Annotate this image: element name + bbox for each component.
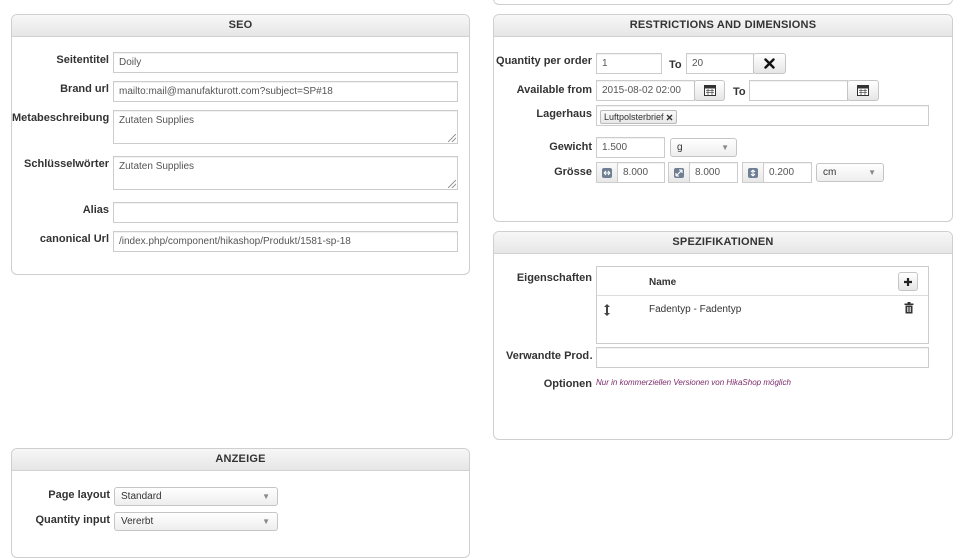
brand-url-input[interactable]: mailto:mail@manufakturott.com?subject=SP… [113,81,458,102]
verwandte-produkte-input[interactable] [596,347,929,368]
chevron-down-icon: ▼ [721,143,729,152]
eigenschaften-label: Eigenschaften [516,272,592,284]
dimension-icon [674,167,684,178]
groesse-label: Grösse [554,166,592,178]
width-dimension-icon [668,162,690,183]
quantity-input-select[interactable]: Vererbt ▼ [114,512,278,531]
available-to-label: To [733,86,746,98]
schluesselwoerter-textarea[interactable]: Zutaten Supplies [113,156,458,190]
alias-label: Alias [82,204,109,216]
property-name: Fadentyp - Fadentyp [649,304,742,315]
dimension-icon [748,167,758,178]
quantity-max-input[interactable]: 20 [686,53,754,74]
available-from-label: Available from [516,84,592,96]
available-to-input[interactable] [749,80,848,101]
alias-input[interactable] [113,202,458,223]
seo-panel: SEO Seitentitel Doily Brand url mailto:m… [11,14,470,275]
previous-panel-bottom [493,0,953,5]
available-to-calendar-button[interactable] [847,80,879,101]
gewicht-label: Gewicht [549,141,592,153]
width-input[interactable]: 8.000 [689,162,738,183]
close-icon [764,58,775,69]
spezifikationen-panel: SPEZIFIKATIONEN Eigenschaften Name Faden… [493,231,953,440]
calendar-icon [703,85,716,96]
restrictions-panel: RESTRICTIONS AND DIMENSIONS Quantity per… [493,14,953,222]
lagerhaus-tag: Luftpolsterbrief [600,110,677,124]
calendar-icon [857,85,869,96]
chevron-down-icon: ▼ [868,168,876,177]
anzeige-panel: ANZEIGE Page layout Standard ▼ Quantity … [11,448,470,558]
clear-quantity-button[interactable] [753,53,786,74]
quantity-per-order-label: Quantity per order [496,55,592,67]
lagerhaus-label: Lagerhaus [536,108,592,120]
schluesselwoerter-label: Schlüsselwörter [24,158,109,170]
chevron-down-icon: ▼ [262,492,270,501]
brand-url-label: Brand url [60,83,109,95]
seitentitel-input[interactable]: Doily [113,52,458,73]
quantity-input-value: Vererbt [121,516,154,527]
available-from-input[interactable]: 2015-08-02 02:00 [596,80,695,101]
close-icon[interactable] [666,114,673,121]
optionen-label: Optionen [543,378,592,390]
quantity-to-label: To [669,59,682,71]
canonical-url-input[interactable]: /index.php/component/hikashop/Produkt/15… [113,231,458,252]
dimension-icon [602,167,612,178]
page-layout-label: Page layout [48,489,110,501]
optionen-note: Nur in kommerziellen Versionen von HikaS… [596,378,791,387]
dimension-unit-value: cm [823,167,837,178]
quantity-min-input[interactable]: 1 [596,53,662,74]
drag-handle-icon[interactable] [603,304,611,316]
seitentitel-label: Seitentitel [56,54,109,66]
table-header: Name [597,267,928,296]
chevron-down-icon: ▼ [262,517,270,526]
resize-grip-icon[interactable] [448,134,456,142]
table-header-name: Name [649,277,677,288]
trash-icon[interactable] [904,302,914,314]
schluesselwoerter-value: Zutaten Supplies [119,161,195,172]
lagerhaus-tag-input[interactable]: Luftpolsterbrief [596,105,929,126]
spezifikationen-panel-title: SPEZIFIKATIONEN [494,232,952,254]
canonical-url-label: canonical Url [39,233,109,245]
lagerhaus-tag-label: Luftpolsterbrief [604,112,664,122]
page-layout-select[interactable]: Standard ▼ [114,487,278,506]
seo-panel-title: SEO [12,15,469,37]
quantity-input-label: Quantity input [35,514,110,526]
eigenschaften-table: Name Fadentyp - Fadentyp [596,266,929,344]
add-property-button[interactable] [898,272,918,291]
metabeschreibung-textarea[interactable]: Zutaten Supplies [113,110,458,144]
verwandte-produkte-label: Verwandte Prod… [506,350,592,362]
gewicht-unit-select[interactable]: g ▼ [670,138,737,157]
length-dimension-icon [596,162,618,183]
gewicht-input[interactable]: 1.500 [596,137,665,158]
height-dimension-icon [742,162,764,183]
page-layout-value: Standard [121,491,162,502]
plus-icon [904,277,912,286]
resize-grip-icon[interactable] [448,180,456,188]
length-input[interactable]: 8.000 [617,162,665,183]
height-input[interactable]: 0.200 [763,162,812,183]
dimension-unit-select[interactable]: cm ▼ [816,163,884,182]
metabeschreibung-label: Metabeschreibung [12,112,109,124]
metabeschreibung-value: Zutaten Supplies [119,115,195,126]
restrictions-panel-title: RESTRICTIONS AND DIMENSIONS [494,15,952,37]
table-row: Fadentyp - Fadentyp [597,296,928,322]
anzeige-panel-title: ANZEIGE [12,449,469,471]
gewicht-unit-value: g [677,142,683,153]
available-from-calendar-button[interactable] [694,80,725,101]
